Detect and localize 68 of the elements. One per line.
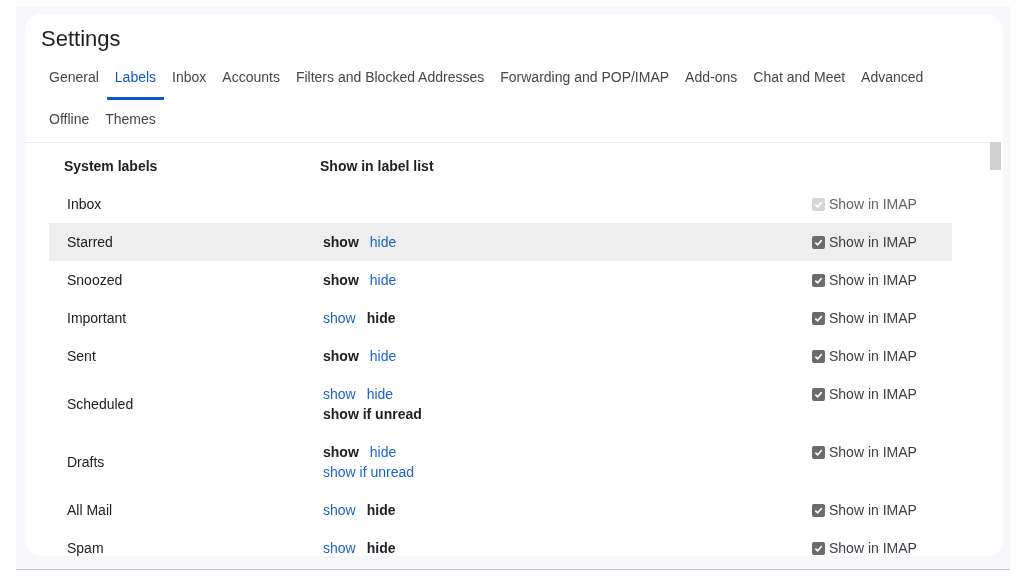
option-link[interactable]: hide (369, 270, 397, 290)
settings-tab[interactable]: Inbox (164, 58, 215, 100)
label-name: Drafts (67, 453, 106, 472)
check-icon (814, 275, 823, 285)
imap-label: Show in IMAP (829, 348, 917, 364)
check-icon (814, 505, 823, 515)
imap-checkbox[interactable] (812, 349, 825, 363)
settings-tab[interactable]: Offline (41, 100, 98, 142)
imap-checkbox[interactable] (812, 387, 825, 401)
page-title: Settings (40, 25, 122, 52)
settings-tab[interactable]: Forwarding and POP/IMAP (492, 58, 678, 100)
imap-checkbox[interactable] (812, 273, 825, 287)
selected-option[interactable]: hide (366, 500, 396, 520)
settings-tab[interactable]: Filters and Blocked Addresses (287, 58, 493, 100)
selected-option[interactable]: show (323, 232, 359, 252)
imap-checkbox[interactable] (812, 311, 825, 325)
check-icon (814, 351, 823, 361)
imap-label: Show in IMAP (829, 540, 917, 556)
imap-label: Show in IMAP (829, 444, 917, 460)
selected-option[interactable]: show if unread (323, 404, 422, 424)
label-name: Sent (67, 347, 97, 366)
option-link[interactable]: hide (369, 346, 397, 366)
check-icon (814, 543, 823, 553)
selected-option[interactable]: show (323, 346, 359, 366)
label-name: Important (67, 309, 128, 328)
imap-label: Show in IMAP (829, 196, 917, 212)
label-name: Spam (67, 539, 105, 556)
option-link[interactable]: show (323, 308, 356, 328)
label-name: Starred (67, 233, 114, 252)
label-name: All Mail (67, 501, 114, 520)
option-link[interactable]: hide (369, 442, 397, 462)
settings-tab[interactable]: Themes (97, 100, 164, 142)
option-link[interactable]: hide (369, 232, 397, 252)
imap-label: Show in IMAP (829, 310, 917, 326)
imap-label: Show in IMAP (829, 234, 917, 250)
imap-checkbox[interactable] (812, 445, 825, 459)
option-link[interactable]: show (323, 538, 356, 556)
selected-option[interactable]: hide (366, 538, 396, 556)
check-icon (814, 389, 823, 399)
imap-checkbox[interactable] (812, 541, 825, 555)
settings-tab[interactable]: Chat and Meet (745, 58, 854, 100)
option-link[interactable]: show (323, 500, 356, 520)
check-icon (814, 313, 823, 323)
settings-tab[interactable]: Advanced (853, 58, 932, 100)
settings-tab[interactable]: General (41, 58, 107, 100)
imap-label: Show in IMAP (829, 502, 917, 518)
settings-tab[interactable]: Add-ons (677, 58, 746, 100)
check-icon (814, 447, 823, 457)
imap-label: Show in IMAP (829, 272, 917, 288)
selected-option[interactable]: show (323, 442, 359, 462)
imap-checkbox[interactable] (812, 235, 825, 249)
check-icon (814, 237, 823, 247)
column-header: System labels (64, 158, 159, 174)
option-link[interactable]: show (323, 384, 356, 404)
imap-label: Show in IMAP (829, 386, 917, 402)
label-name: Inbox (67, 195, 103, 214)
label-name: Scheduled (67, 395, 135, 414)
settings-tab[interactable]: Labels (106, 58, 165, 100)
selected-option[interactable]: show (323, 270, 359, 290)
option-link[interactable]: hide (366, 384, 394, 404)
option-link[interactable]: show if unread (323, 462, 415, 482)
column-header: Show in label list (320, 158, 435, 174)
selected-option[interactable]: hide (366, 308, 396, 328)
label-name: Snoozed (67, 271, 124, 290)
settings-tab[interactable]: Accounts (214, 58, 288, 100)
imap-checkbox[interactable] (812, 503, 825, 517)
scrollbar-thumb[interactable] (990, 142, 1001, 170)
check-icon (814, 199, 823, 209)
